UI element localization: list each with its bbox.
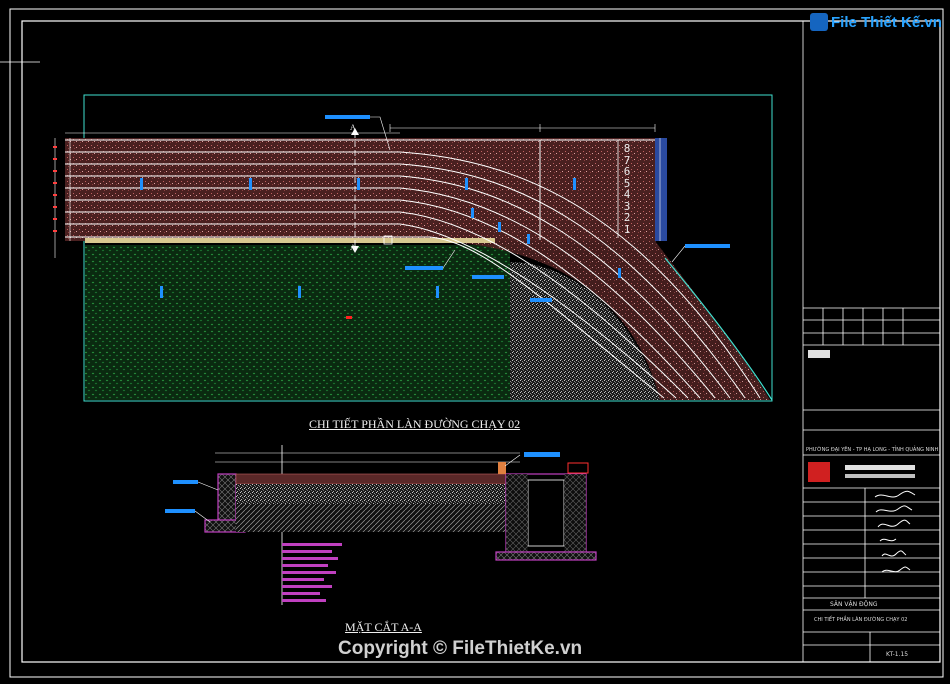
- red-marker: [346, 316, 352, 319]
- title-block-sheet-number: KT-1.15: [886, 651, 909, 658]
- brand-logo-text: File Thiết Kế.vn: [831, 13, 942, 31]
- lane-number: 8: [623, 142, 631, 155]
- title-block-location: PHƯỜNG ĐẠI YÊN - TP HẠ LONG - TỈNH QUẢNG…: [806, 447, 939, 453]
- company-name-bar-2: [845, 474, 915, 478]
- plan-title: CHI TIẾT PHẦN LÀN ĐƯỜNG CHẠY 02: [309, 417, 521, 431]
- lane-number: 6: [623, 165, 631, 178]
- lane-number: 2: [623, 211, 631, 224]
- title-block-sheet-title: CHI TIẾT PHẦN LÀN ĐƯỜNG CHẠY 02: [814, 617, 908, 623]
- right-edge-strip: [655, 138, 667, 241]
- section-title: MẶT CẮT A-A: [345, 620, 422, 634]
- signatures: [874, 490, 916, 573]
- grass-area: [85, 245, 510, 400]
- top-dimension-line: [65, 124, 656, 134]
- section-a-a: [165, 445, 597, 605]
- company-name-bar: [845, 465, 915, 470]
- title-block-stamp: [808, 350, 830, 358]
- copyright-watermark: Copyright © FileThietKe.vn: [338, 638, 583, 659]
- cad-drawing-canvas: [0, 8, 944, 678]
- brand-logo: File Thiết Kế.vn: [810, 13, 942, 31]
- title-block: [802, 20, 941, 663]
- lane-number: 4: [623, 188, 631, 201]
- title-block-project-name: SÂN VẬN ĐỘNG: [830, 601, 878, 608]
- brand-logo-icon: [810, 13, 828, 31]
- company-logo-mark: [808, 462, 830, 482]
- section-marker-top: A: [350, 123, 356, 132]
- lane-number-column: 8 7 6 5 4 3 2 1: [620, 143, 634, 235]
- section-marker-bottom: A: [350, 243, 356, 252]
- track-curb-strip: [85, 238, 495, 243]
- lane-number: 1: [623, 222, 631, 236]
